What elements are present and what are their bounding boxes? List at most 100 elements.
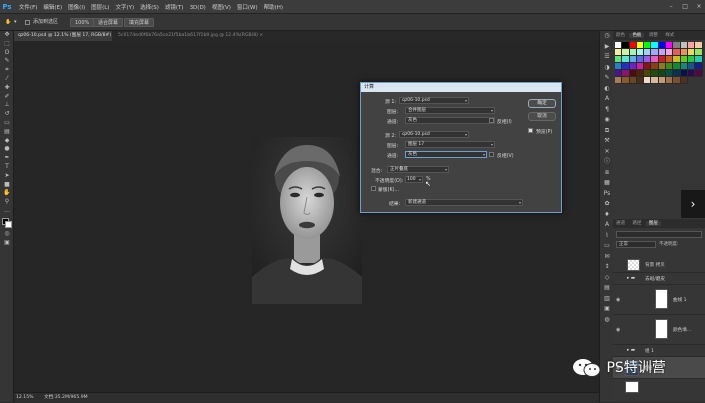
menu-item[interactable]: 文字(Y) — [112, 1, 137, 15]
histogram-icon[interactable]: ▥ — [600, 294, 614, 305]
color-swatch[interactable] — [658, 63, 667, 70]
quick-mask-icon[interactable]: ◎ — [0, 230, 14, 239]
color-swatch[interactable] — [622, 70, 630, 77]
cancel-button[interactable]: 取消 — [528, 112, 556, 121]
color-swatch[interactable] — [673, 42, 681, 49]
invert1-checkbox[interactable] — [489, 118, 494, 123]
glyphs-icon[interactable]: A — [600, 220, 614, 231]
swatch-icon[interactable]: ◑ — [600, 63, 614, 74]
color-swatch[interactable] — [673, 77, 681, 84]
ps-badge-icon[interactable]: Ps — [600, 189, 614, 200]
color-swatch[interactable] — [687, 70, 696, 77]
color-swatch[interactable] — [687, 42, 696, 49]
gradient-tool-icon[interactable]: ▤ — [0, 128, 14, 137]
quick-select-tool-icon[interactable]: ✎ — [0, 57, 14, 66]
screen-mode-icon[interactable]: ▣ — [0, 239, 14, 248]
zoom-100-button[interactable]: 100% — [70, 18, 95, 27]
color-swatch[interactable] — [680, 56, 688, 63]
color-swatch[interactable] — [636, 49, 645, 56]
layer2-select[interactable]: 图层 17 — [405, 141, 495, 148]
navigator-icon[interactable]: ✕ — [600, 147, 614, 158]
color-swatch[interactable] — [666, 56, 674, 63]
color-swatch[interactable] — [695, 70, 703, 77]
move-tool-icon[interactable]: ✥ — [0, 31, 14, 40]
info-icon[interactable]: ⓘ — [600, 157, 614, 168]
color-swatch[interactable] — [644, 77, 652, 84]
notes-icon[interactable]: ✉ — [600, 252, 614, 263]
history-icon[interactable]: ◷ — [600, 31, 614, 42]
color-swatch[interactable] — [695, 42, 703, 49]
maximize-button[interactable]: □ — [679, 0, 691, 14]
color-swatch[interactable] — [636, 63, 645, 70]
color-swatch[interactable] — [622, 77, 630, 84]
menu-item[interactable]: 文件(F) — [16, 1, 40, 15]
channel2-select[interactable]: 灰色 — [405, 151, 487, 158]
color-swatch[interactable] — [644, 63, 652, 70]
menu-item[interactable]: 3D(D) — [187, 1, 209, 15]
layer-group-row[interactable]: ▸ ▬ 组 1 — [613, 345, 705, 357]
fill-screen-button[interactable]: 填充屏幕 — [124, 18, 155, 27]
styles-icon[interactable]: ♦ — [600, 210, 614, 221]
layer-group-row[interactable]: ▸ ▬ 去斑/磨皮 — [613, 273, 705, 285]
color-swatch[interactable] — [651, 42, 659, 49]
color-swatch[interactable] — [680, 63, 688, 70]
healing-brush-tool-icon[interactable]: ✚ — [0, 84, 14, 93]
color-swatch[interactable] — [622, 49, 630, 56]
zoom-tool-icon[interactable]: ⚲ — [0, 198, 14, 207]
tool-presets-icon[interactable]: ⚒ — [600, 136, 614, 147]
minimize-button[interactable]: – — [665, 0, 677, 14]
device-preview-icon[interactable]: ▣ — [600, 304, 614, 315]
color-swatch[interactable] — [658, 70, 667, 77]
tab-styles[interactable]: 样式 — [662, 33, 677, 38]
color-swatch[interactable] — [629, 63, 637, 70]
color-swatch[interactable] — [666, 70, 674, 77]
color-swatches[interactable] — [0, 216, 14, 230]
properties-icon[interactable]: ☰ — [600, 52, 614, 63]
color-swatch[interactable] — [666, 63, 674, 70]
blend-mode-select[interactable]: 正常 — [616, 241, 656, 248]
color-swatch[interactable] — [636, 77, 645, 84]
mask-checkbox[interactable] — [371, 186, 376, 191]
color-swatch[interactable] — [651, 56, 659, 63]
3d-icon[interactable]: ◇ — [600, 273, 614, 284]
background-color[interactable] — [5, 220, 12, 228]
color-swatch[interactable] — [644, 49, 652, 56]
tab-swatches[interactable]: 色板 — [629, 33, 645, 38]
eraser-tool-icon[interactable]: ▭ — [0, 119, 14, 128]
preview-checkbox[interactable] — [528, 128, 533, 133]
channels-strip-icon[interactable]: ▦ — [600, 178, 614, 189]
eye-icon[interactable]: ◉ — [616, 327, 620, 333]
sample-all-checkbox[interactable] — [25, 20, 30, 25]
color-swatch[interactable] — [615, 63, 623, 70]
history-brush-tool-icon[interactable]: ↺ — [0, 110, 14, 119]
next-arrow-icon[interactable]: › — [681, 190, 705, 218]
source1-select[interactable]: qz06-10.psd — [399, 97, 469, 104]
menu-item[interactable]: 图层(L) — [88, 1, 112, 15]
color-swatch[interactable] — [680, 77, 688, 84]
color-swatch[interactable] — [629, 49, 637, 56]
color-swatch[interactable] — [658, 42, 667, 49]
tab-adjustments[interactable]: 调整 — [646, 33, 661, 38]
path-select-tool-icon[interactable]: ➤ — [0, 172, 14, 181]
layer-filter-bar[interactable] — [616, 231, 702, 238]
color-swatch[interactable] — [615, 56, 623, 63]
hand-tool-icon[interactable]: ✋ — [0, 189, 14, 198]
color-swatch[interactable] — [651, 77, 659, 84]
clone-source-icon[interactable]: ⧉ — [600, 126, 614, 137]
color-swatch[interactable] — [666, 49, 674, 56]
layer-row[interactable]: ◉ 曲线 1 — [613, 285, 705, 315]
color-swatch[interactable] — [622, 42, 630, 49]
fit-screen-button[interactable]: 适合屏幕 — [93, 18, 124, 27]
color-swatch[interactable] — [695, 56, 703, 63]
color-swatch[interactable] — [629, 77, 637, 84]
color-swatch[interactable] — [658, 56, 667, 63]
menu-item[interactable]: 滤镜(T) — [162, 1, 187, 15]
color-swatch[interactable] — [680, 49, 688, 56]
marquee-tool-icon[interactable]: ⬚ — [0, 40, 14, 49]
blending-select[interactable]: 正片叠底 — [387, 166, 449, 173]
color-swatch[interactable] — [658, 49, 667, 56]
color-swatch[interactable] — [622, 63, 630, 70]
hand-tool-icon[interactable]: ✋ — [5, 18, 11, 27]
color-swatch[interactable] — [695, 49, 703, 56]
color-swatch[interactable] — [687, 56, 696, 63]
